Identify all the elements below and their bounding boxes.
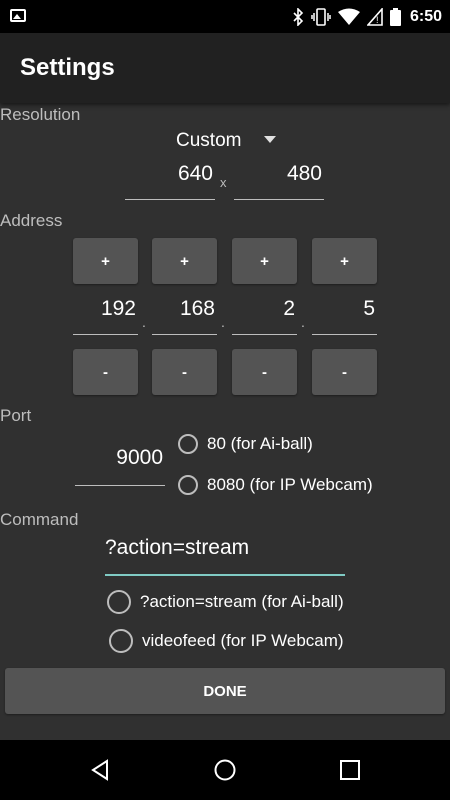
navigation-bar — [0, 740, 450, 800]
command-option-ipwebcam[interactable]: videofeed (for IP Webcam) — [109, 629, 344, 653]
port-option-80[interactable]: 80 (for Ai-ball) — [178, 434, 313, 454]
octet3-field[interactable]: 2 — [232, 297, 297, 335]
resolution-height-field[interactable]: 480 — [234, 162, 324, 200]
port-label: Port — [0, 406, 32, 425]
octet-dot: . — [221, 314, 225, 330]
port-option-8080[interactable]: 8080 (for IP Webcam) — [178, 475, 373, 495]
dropdown-arrow-icon[interactable] — [264, 136, 276, 143]
image-icon — [10, 9, 26, 22]
port-field[interactable]: 9000 — [75, 446, 165, 486]
svg-text:!: ! — [376, 15, 379, 25]
page-title: Settings — [20, 54, 115, 81]
radio-circle-icon[interactable] — [107, 590, 131, 614]
octet-dot: . — [301, 314, 305, 330]
done-button[interactable]: DONE — [5, 668, 445, 714]
octet2-field[interactable]: 168 — [152, 297, 217, 335]
octet2-plus-button[interactable]: + — [152, 238, 217, 284]
status-bar: ! 6:50 — [0, 0, 450, 33]
signal-icon: ! — [366, 7, 383, 26]
resolution-width-field[interactable]: 640 — [125, 162, 215, 200]
bluetooth-icon — [293, 7, 304, 26]
recents-icon[interactable] — [335, 755, 365, 785]
octet1-plus-button[interactable]: + — [73, 238, 138, 284]
address-label: Address — [0, 211, 63, 230]
radio-circle-icon[interactable] — [178, 434, 198, 454]
home-icon[interactable] — [210, 755, 240, 785]
app-bar: Settings — [0, 33, 450, 103]
radio-circle-icon[interactable] — [109, 629, 133, 653]
octet1-field[interactable]: 192 — [73, 297, 138, 335]
octet2-minus-button[interactable]: - — [152, 349, 217, 395]
command-label: Command — [0, 510, 79, 529]
back-icon[interactable] — [85, 755, 115, 785]
resolution-spinner[interactable]: Custom — [176, 130, 241, 152]
octet-dot: . — [142, 314, 146, 330]
clock: 6:50 — [409, 7, 442, 25]
command-field[interactable]: ?action=stream — [105, 536, 345, 576]
wifi-icon — [337, 8, 360, 25]
vibrate-icon — [311, 7, 331, 26]
command-option-aiball[interactable]: ?action=stream (for Ai-ball) — [107, 590, 344, 614]
radio-circle-icon[interactable] — [178, 475, 198, 495]
octet3-plus-button[interactable]: + — [232, 238, 297, 284]
resolution-label: Resolution — [0, 105, 81, 124]
octet1-minus-button[interactable]: - — [73, 349, 138, 395]
octet3-minus-button[interactable]: - — [232, 349, 297, 395]
octet4-minus-button[interactable]: - — [312, 349, 377, 395]
resolution-separator: x — [220, 175, 227, 190]
battery-icon — [389, 7, 401, 26]
octet4-field[interactable]: 5 — [312, 297, 377, 335]
octet4-plus-button[interactable]: + — [312, 238, 377, 284]
